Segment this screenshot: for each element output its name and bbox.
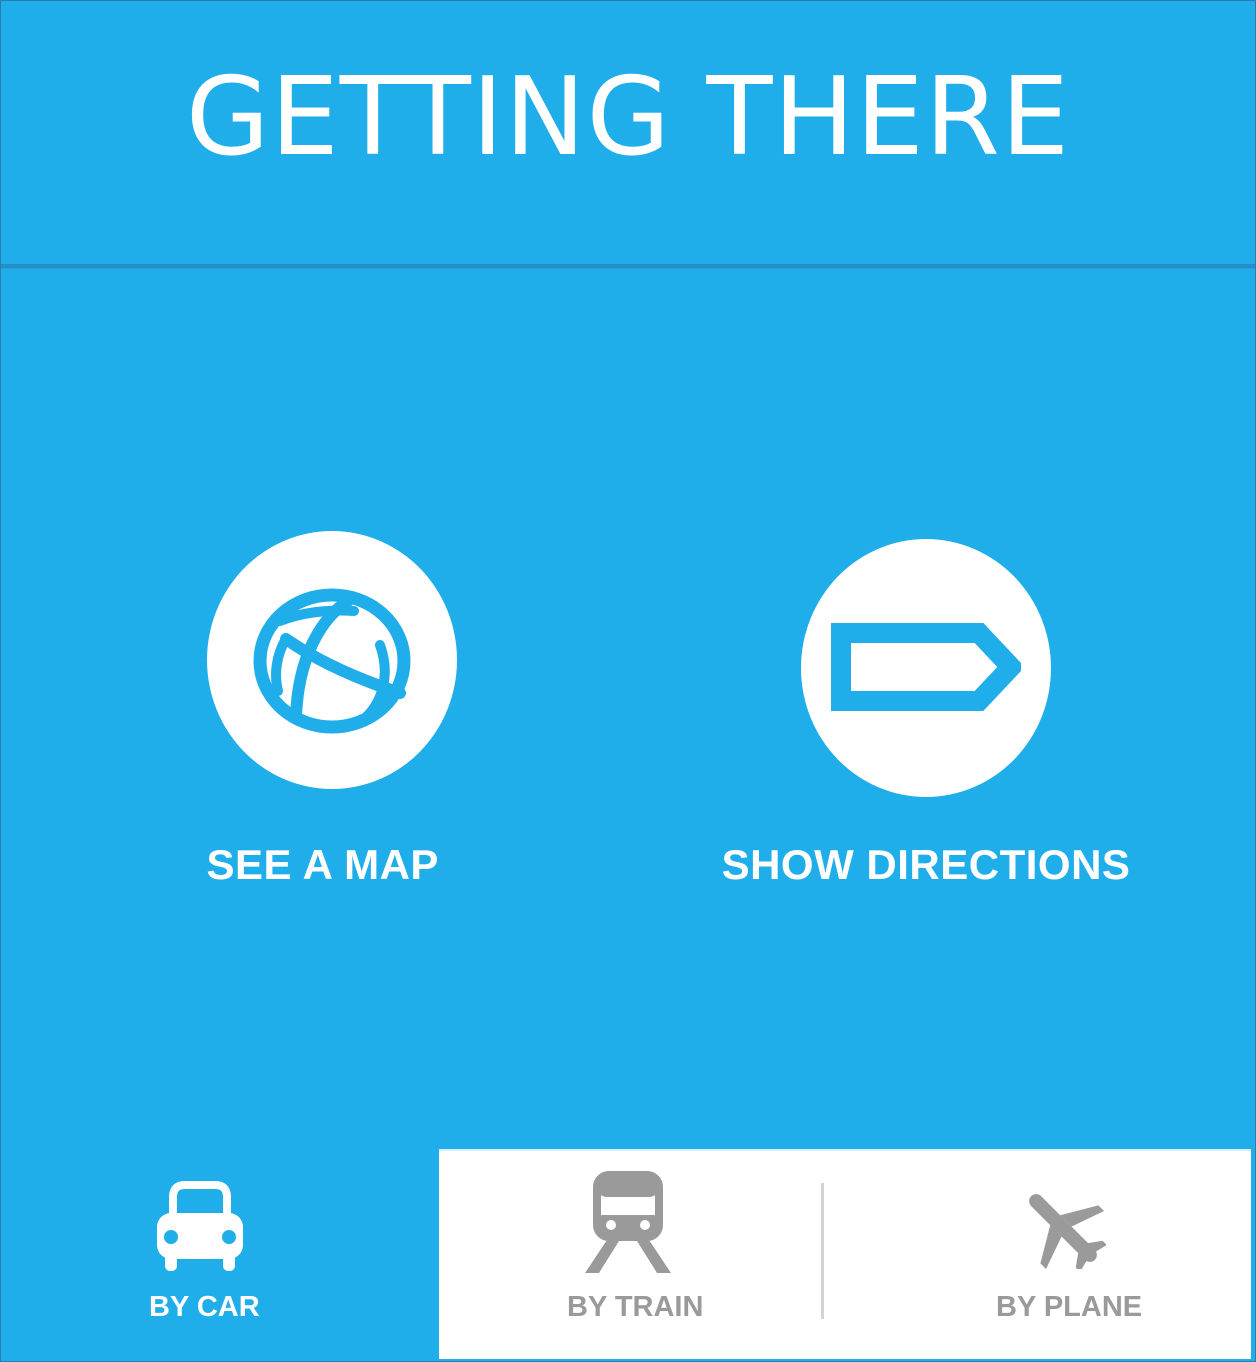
see-map-button[interactable]: SEE A MAP (206, 531, 457, 911)
directions-icon-circle[interactable] (801, 539, 1051, 797)
tab-by-train[interactable]: BY TRAIN (439, 1149, 822, 1361)
see-map-label[interactable]: SEE A MAP (206, 841, 438, 889)
tab-by-car[interactable]: BY CAR (1, 1149, 439, 1361)
globe-icon (253, 588, 411, 734)
map-icon-circle[interactable] (207, 531, 457, 789)
tab-by-plane[interactable]: BY PLANE (824, 1149, 1251, 1361)
train-icon (585, 1171, 671, 1273)
app-screen: GETTING THERE SEE A MAP SHOW DIRECTIONS … (0, 0, 1256, 1362)
header: GETTING THERE (1, 1, 1255, 265)
transport-tab-bar: BY CAR BY TRAIN BY PLANE (1, 1149, 1255, 1361)
header-divider (1, 264, 1255, 268)
tab-by-car-label[interactable]: BY CAR (149, 1291, 260, 1324)
signpost-arrow-icon (831, 623, 1021, 711)
page-title: GETTING THERE (185, 55, 1071, 180)
tab-by-plane-label[interactable]: BY PLANE (996, 1291, 1142, 1324)
show-directions-label[interactable]: SHOW DIRECTIONS (722, 841, 1131, 889)
car-icon (157, 1181, 243, 1271)
tab-by-train-label[interactable]: BY TRAIN (567, 1291, 703, 1324)
plane-icon (1029, 1194, 1106, 1269)
show-directions-button[interactable]: SHOW DIRECTIONS (722, 539, 1130, 919)
